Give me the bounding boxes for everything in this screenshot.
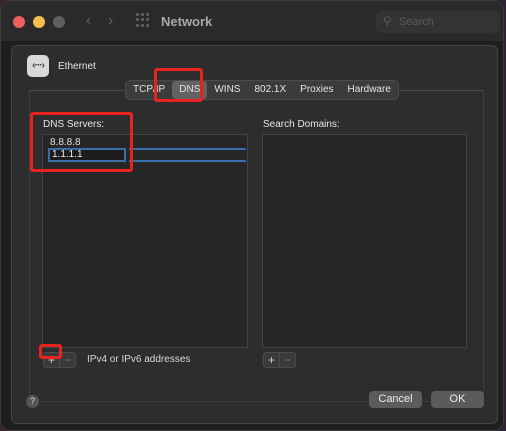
tab-dns[interactable]: DNS — [172, 81, 208, 99]
ok-button[interactable]: OK — [431, 391, 484, 408]
zoom-window-button[interactable] — [53, 16, 65, 28]
dns-add-remove-control: + − — [43, 352, 76, 368]
dns-server-entry[interactable]: 8.8.8.8 — [50, 137, 81, 148]
help-button[interactable]: ? — [26, 395, 39, 408]
forward-icon[interactable]: › — [108, 11, 113, 31]
remove-search-domain-button[interactable]: − — [279, 353, 295, 367]
tab-bar: TCP/IP DNS WINS 802.1X Proxies Hardware — [125, 80, 399, 100]
search-domains-list[interactable] — [262, 134, 467, 348]
selection-highlight — [129, 160, 246, 162]
window-title: Network — [161, 14, 213, 29]
network-window: ‹ › Network ⚲ Search ‹···› Ethernet TCP/… — [0, 0, 504, 431]
tab-tcpip[interactable]: TCP/IP — [126, 81, 172, 99]
back-icon[interactable]: ‹ — [86, 11, 91, 31]
show-all-grid-icon[interactable] — [136, 13, 150, 27]
add-dns-server-button[interactable]: + — [44, 353, 59, 367]
title-bar: ‹ › Network ⚲ Search — [1, 1, 503, 41]
service-name: Ethernet — [58, 61, 96, 72]
close-window-button[interactable] — [13, 16, 25, 28]
search-domains-label: Search Domains: — [263, 119, 340, 130]
selection-highlight — [129, 148, 246, 150]
tab-8021x[interactable]: 802.1X — [247, 81, 293, 99]
remove-dns-server-button[interactable]: − — [59, 353, 75, 367]
ethernet-icon: ‹···› — [27, 55, 49, 77]
search-field[interactable]: ⚲ Search — [376, 11, 500, 33]
tab-wins[interactable]: WINS — [207, 81, 247, 99]
dns-hint: IPv4 or IPv6 addresses — [87, 354, 191, 365]
tab-proxies[interactable]: Proxies — [293, 81, 340, 99]
search-domain-add-remove-control: + − — [263, 352, 296, 368]
tab-hardware[interactable]: Hardware — [341, 81, 398, 99]
add-search-domain-button[interactable]: + — [264, 353, 279, 367]
dns-server-edit-field[interactable]: 1.1.1.1 — [48, 148, 126, 162]
dns-servers-list[interactable]: 8.8.8.8 1.1.1.1 — [42, 134, 248, 348]
search-icon: ⚲ — [383, 14, 392, 28]
search-placeholder: Search — [399, 16, 434, 28]
cancel-button[interactable]: Cancel — [369, 391, 422, 408]
minimize-window-button[interactable] — [33, 16, 45, 28]
advanced-settings-sheet: ‹···› Ethernet TCP/IP DNS WINS 802.1X Pr… — [11, 45, 498, 424]
dns-servers-label: DNS Servers: — [43, 119, 105, 130]
